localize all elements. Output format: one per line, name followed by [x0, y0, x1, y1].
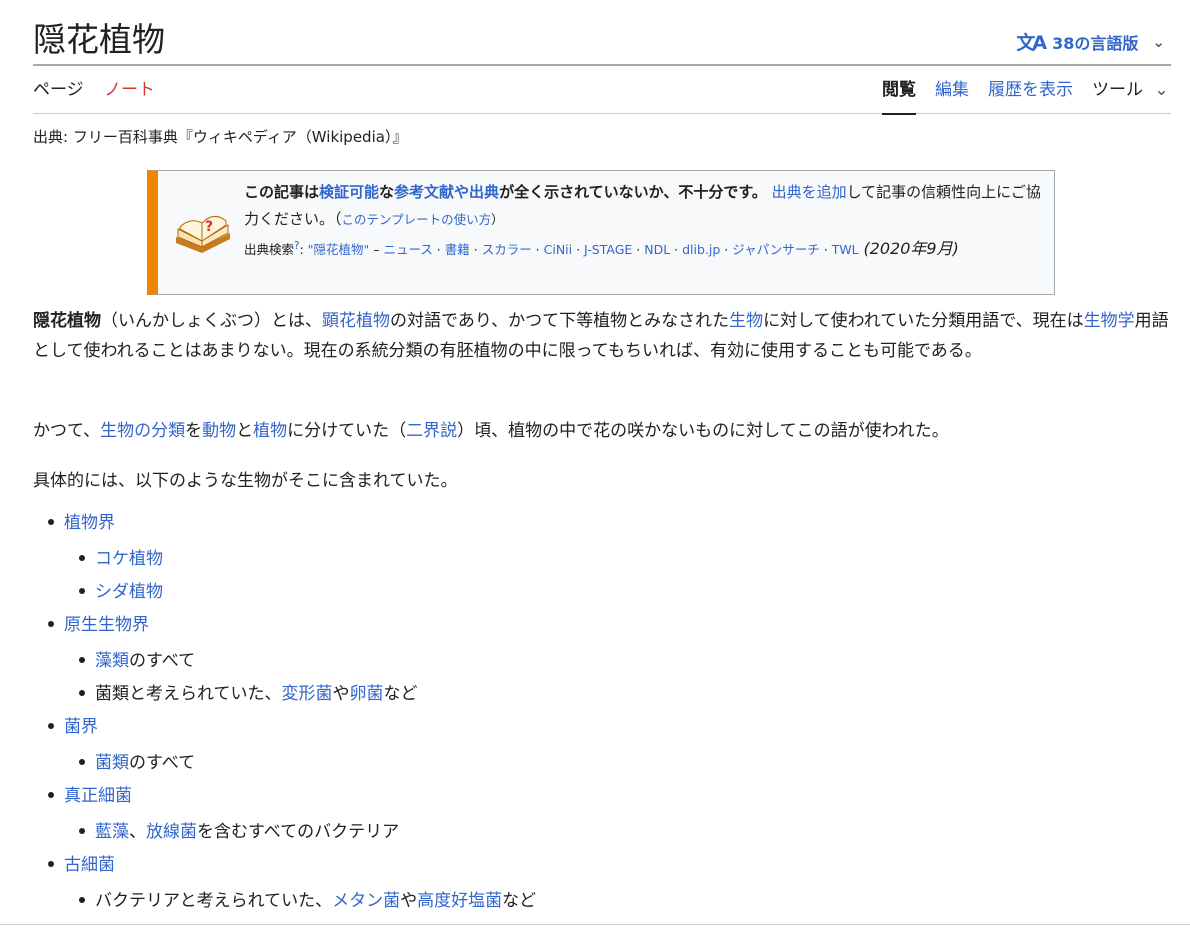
link-oomycete[interactable]: 卵菌 [350, 684, 384, 704]
link-halophile[interactable]: 高度好塩菌 [417, 891, 502, 911]
link-methanogen[interactable]: メタン菌 [332, 891, 400, 911]
translate-icon: 文A [1016, 32, 1047, 54]
notice-text: この記事は検証可能な参考文献や出典が全く示されていないか、不十分です。 出典を追… [244, 183, 1041, 259]
list-item: 原生生物界 [48, 610, 149, 635]
search-ndl-link[interactable]: NDL [644, 242, 670, 257]
tab-edit[interactable]: 編集 [935, 79, 969, 101]
verifiability-link[interactable]: 検証可能 [319, 183, 379, 201]
page-tabs: ページ ノート 閲覧 編集 履歴を表示 ツール ⌄ [33, 65, 1171, 115]
history-paragraph: かつて、生物の分類を動物と植物に分けていた（二界説）頃、植物の中で花の咲かないも… [33, 421, 949, 441]
list-item: バクテリアと考えられていた、メタン菌や高度好塩菌など [78, 886, 536, 911]
divider [0, 924, 1190, 925]
link-protista[interactable]: 原生生物界 [64, 615, 149, 635]
link-seibutsu[interactable]: 生物 [729, 311, 763, 331]
link-plantae[interactable]: 植物界 [64, 513, 115, 533]
svg-text:?: ? [205, 219, 213, 235]
link-moss[interactable]: コケ植物 [95, 549, 163, 569]
title-bar: 隠花植物 文A 38の言語版 ⌄ [33, 14, 1171, 66]
search-label: 出典検索 [244, 242, 295, 258]
list-item: 藻類のすべて [78, 646, 195, 671]
link-animal[interactable]: 動物 [202, 421, 236, 441]
book-question-icon: ? [176, 216, 230, 253]
list-item: 植物界 [48, 508, 115, 533]
template-usage-link[interactable]: このテンプレートの使い方 [342, 212, 492, 227]
tab-history[interactable]: 履歴を表示 [988, 79, 1073, 101]
search-scholar-link[interactable]: スカラー [482, 242, 532, 257]
list-item: 真正細菌 [48, 781, 132, 806]
link-two-kingdom[interactable]: 二界説 [406, 421, 457, 441]
search-dlib-link[interactable]: dlib.jp [682, 242, 720, 257]
list-item: 菌類のすべて [78, 748, 195, 773]
list-item: 古細菌 [48, 850, 115, 875]
list-intro-paragraph: 具体的には、以下のような生物がそこに含まれていた。 [33, 471, 458, 491]
add-citation-link[interactable]: 出典を追加 [772, 183, 847, 201]
link-archaea[interactable]: 古細菌 [64, 855, 115, 875]
language-button[interactable]: 文A 38の言語版 ⌄ [1016, 28, 1165, 55]
search-japansearch-link[interactable]: ジャパンサーチ [732, 242, 820, 257]
tools-label: ツール [1092, 80, 1143, 100]
link-eubacteria[interactable]: 真正細菌 [64, 786, 132, 806]
list-item: コケ植物 [79, 544, 163, 569]
tools-menu[interactable]: ツール ⌄ [1092, 79, 1169, 101]
search-twl-link[interactable]: TWL [832, 242, 859, 257]
chevron-down-icon: ⌄ [1154, 80, 1169, 100]
tab-talk[interactable]: ノート [104, 79, 155, 101]
link-slime-mold[interactable]: 変形菌 [282, 684, 333, 704]
tab-read[interactable]: 閲覧 [882, 79, 916, 115]
list-item: 菌類と考えられていた、変形菌や卵菌など [79, 679, 418, 704]
list-item: 藍藻、放線菌を含むすべてのバクテリア [78, 817, 399, 842]
link-biology[interactable]: 生物学 [1084, 311, 1135, 331]
references-link[interactable]: 参考文献や出典 [394, 183, 499, 201]
notice-date: (2020年9月) [863, 239, 959, 259]
search-term-link[interactable]: "隠花植物" [308, 242, 370, 257]
list-item: シダ植物 [79, 577, 163, 602]
tab-page[interactable]: ページ [33, 79, 84, 101]
link-classification[interactable]: 生物の分類 [100, 421, 185, 441]
site-sub: 出典: フリー百科事典『ウィキペディア（Wikipedia）』 [33, 128, 408, 146]
link-fungi-kingdom[interactable]: 菌界 [64, 717, 98, 737]
link-actinomycetes[interactable]: 放線菌 [146, 822, 197, 842]
link-fungi[interactable]: 菌類 [95, 753, 129, 773]
link-plant[interactable]: 植物 [253, 421, 287, 441]
search-cinii-link[interactable]: CiNii [544, 242, 573, 257]
search-news-link[interactable]: ニュース [383, 242, 432, 257]
intro-paragraph: 隠花植物（いんかしょくぶつ）とは、顕花植物の対語であり、かつて下等植物とみなされ… [33, 311, 1169, 361]
link-fern[interactable]: シダ植物 [95, 582, 163, 602]
page-title: 隠花植物 [33, 20, 165, 59]
link-algae[interactable]: 藻類 [95, 651, 129, 671]
search-books-link[interactable]: 書籍 [445, 242, 470, 257]
refimprove-notice: ? この記事は検証可能な参考文献や出典が全く示されていないか、不十分です。 出典… [147, 170, 1055, 295]
language-count: 38の言語版 [1052, 33, 1139, 53]
list-item: 菌界 [48, 712, 98, 737]
link-kenka[interactable]: 顕花植物 [322, 311, 390, 331]
search-jstage-link[interactable]: J-STAGE [584, 242, 632, 257]
link-cyanobacteria[interactable]: 藍藻 [95, 822, 129, 842]
chevron-down-icon: ⌄ [1152, 32, 1165, 51]
